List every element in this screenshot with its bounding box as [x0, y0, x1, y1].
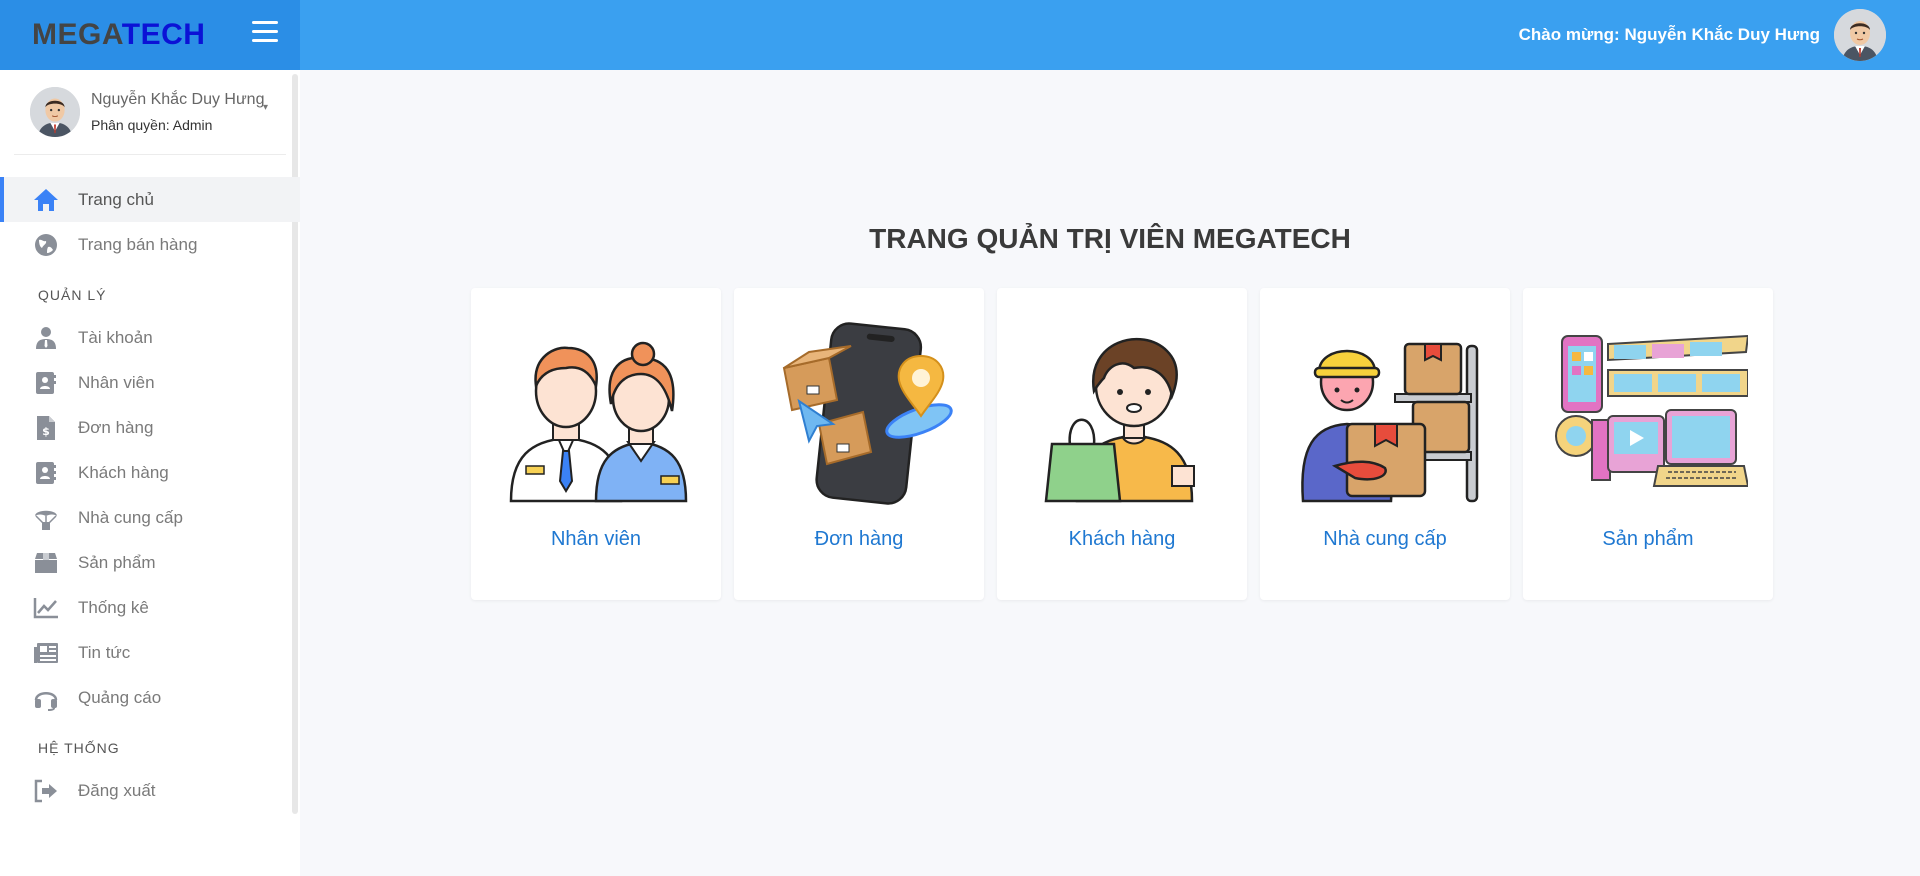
card-label: Nhân viên — [550, 528, 642, 550]
sidebar-item-orders[interactable]: $ Đơn hàng — [0, 405, 300, 450]
caret-down-icon[interactable]: ▾ — [263, 102, 268, 113]
sidebar-item-news[interactable]: Tin tức — [0, 630, 300, 675]
section-title-manage: QUẢN LÝ — [38, 287, 107, 303]
parachute-box-icon — [32, 504, 60, 532]
brand-bar: MEGATECH — [0, 0, 300, 70]
sidebar-item-label: Đăng xuất — [78, 780, 156, 800]
user-icon — [32, 324, 60, 352]
sidebar-item-label: Sản phẩm — [78, 552, 156, 572]
sidebar-item-label: Nhà cung cấp — [78, 507, 183, 527]
main-content: TRANG QUẢN TRỊ VIÊN MEGATECH Nhân viên Đ… — [300, 70, 1920, 876]
sidebar-nav: Trang chủ Trang bán hàng QUẢN LÝ Tài kho… — [0, 155, 300, 813]
id-card-icon — [32, 369, 60, 397]
supplier-illustration — [1285, 316, 1485, 506]
card-label: Đơn hàng — [814, 528, 904, 550]
logo-mega: MEGA — [32, 18, 122, 51]
user-avatar[interactable] — [1834, 9, 1886, 61]
sidebar-item-label: Quảng cáo — [78, 687, 162, 707]
headset-icon — [32, 684, 60, 712]
card-employees[interactable]: Nhân viên — [471, 288, 721, 600]
sidebar: Nguyễn Khắc Duy Hưng Phân quyền: Admin ▾… — [0, 70, 300, 876]
card-customers[interactable]: Khách hàng — [997, 288, 1247, 600]
sidebar-item-label: Khách hàng — [78, 462, 169, 482]
page-title: TRANG QUẢN TRỊ VIÊN MEGATECH — [869, 223, 1351, 254]
newspaper-icon — [32, 639, 60, 667]
sidebar-item-label: Tài khoản — [78, 327, 153, 347]
globe-icon — [32, 231, 60, 259]
sidebar-item-store[interactable]: Trang bán hàng — [0, 222, 300, 267]
sidebar-item-label: Trang chủ — [78, 189, 154, 209]
card-label: Khách hàng — [1068, 528, 1176, 550]
sidebar-profile[interactable]: Nguyễn Khắc Duy Hưng Phân quyền: Admin ▾ — [14, 70, 286, 155]
card-suppliers[interactable]: Nhà cung cấp — [1260, 288, 1510, 600]
sidebar-item-label: Trang bán hàng — [78, 234, 198, 254]
profile-avatar — [30, 87, 80, 137]
sidebar-item-label: Đơn hàng — [78, 417, 154, 437]
sidebar-item-products[interactable]: Sản phẩm — [0, 540, 300, 585]
sidebar-item-label: Thống kê — [78, 597, 149, 617]
logo-tech: TECH — [121, 18, 206, 51]
sidebar-item-suppliers[interactable]: Nhà cung cấp — [0, 495, 300, 540]
products-illustration — [1548, 316, 1750, 506]
box-icon — [32, 549, 60, 577]
card-label: Sản phẩm — [1602, 528, 1694, 550]
top-navbar: Chào mừng: Nguyễn Khắc Duy Hưng — [300, 0, 1920, 70]
employees-illustration — [496, 316, 696, 506]
welcome-text: Chào mừng: Nguyễn Khắc Duy Hưng — [1518, 25, 1820, 44]
invoice-dollar-icon: $ — [32, 414, 60, 442]
contact-card-icon — [32, 459, 60, 487]
sidebar-item-customers[interactable]: Khách hàng — [0, 450, 300, 495]
section-title-system: HỆ THỐNG — [38, 740, 120, 756]
sidebar-item-employees[interactable]: Nhân viên — [0, 360, 300, 405]
line-chart-icon — [32, 594, 60, 622]
profile-role: Phân quyền: Admin — [91, 117, 213, 133]
sidebar-item-statistics[interactable]: Thống kê — [0, 585, 300, 630]
sidebar-item-ads[interactable]: Quảng cáo — [0, 675, 300, 720]
menu-toggle-icon[interactable] — [252, 21, 278, 45]
card-products[interactable]: Sản phẩm — [1523, 288, 1773, 600]
home-icon — [32, 186, 60, 214]
profile-name: Nguyễn Khắc Duy Hưng — [91, 91, 265, 108]
sidebar-item-accounts[interactable]: Tài khoản — [0, 315, 300, 360]
customer-illustration — [1022, 316, 1222, 506]
sidebar-item-logout[interactable]: Đăng xuất — [0, 768, 300, 813]
logo[interactable]: MEGATECH — [32, 18, 205, 52]
sign-out-icon — [32, 777, 60, 805]
card-label: Nhà cung cấp — [1323, 528, 1447, 550]
orders-illustration — [759, 316, 959, 506]
sidebar-item-label: Tin tức — [78, 642, 131, 662]
sidebar-item-label: Nhân viên — [78, 372, 155, 392]
dashboard-cards: Nhân viên Đơn hàng Khách hàng Nhà cung c… — [471, 288, 1773, 600]
sidebar-item-home[interactable]: Trang chủ — [0, 177, 300, 222]
svg-text:$: $ — [42, 425, 50, 438]
card-orders[interactable]: Đơn hàng — [734, 288, 984, 600]
